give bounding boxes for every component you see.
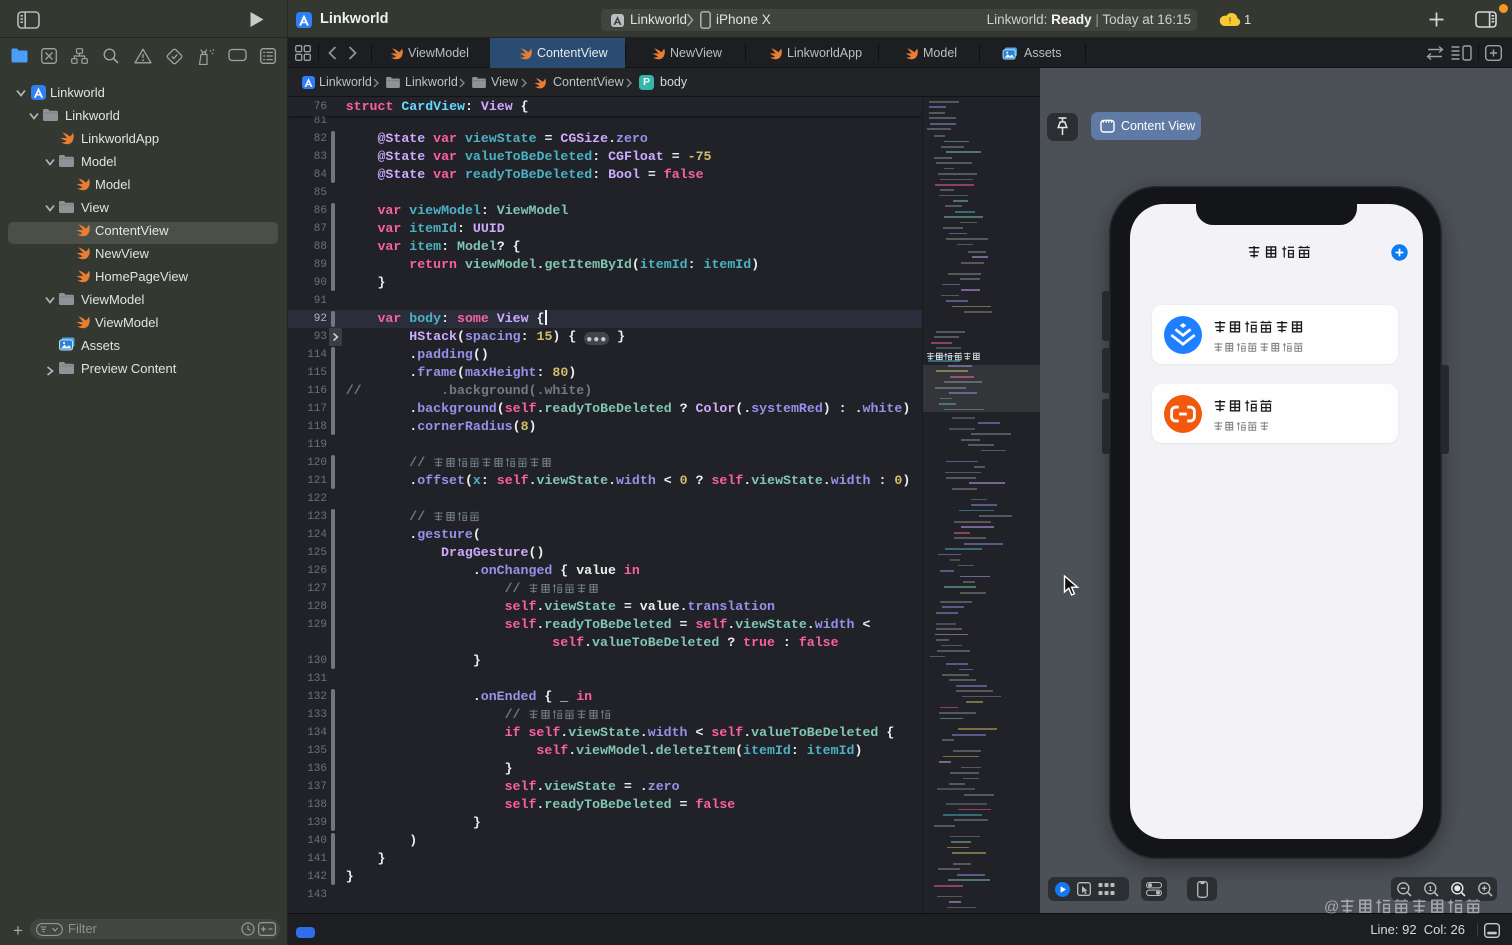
svg-text:1: 1 [1428, 884, 1432, 893]
